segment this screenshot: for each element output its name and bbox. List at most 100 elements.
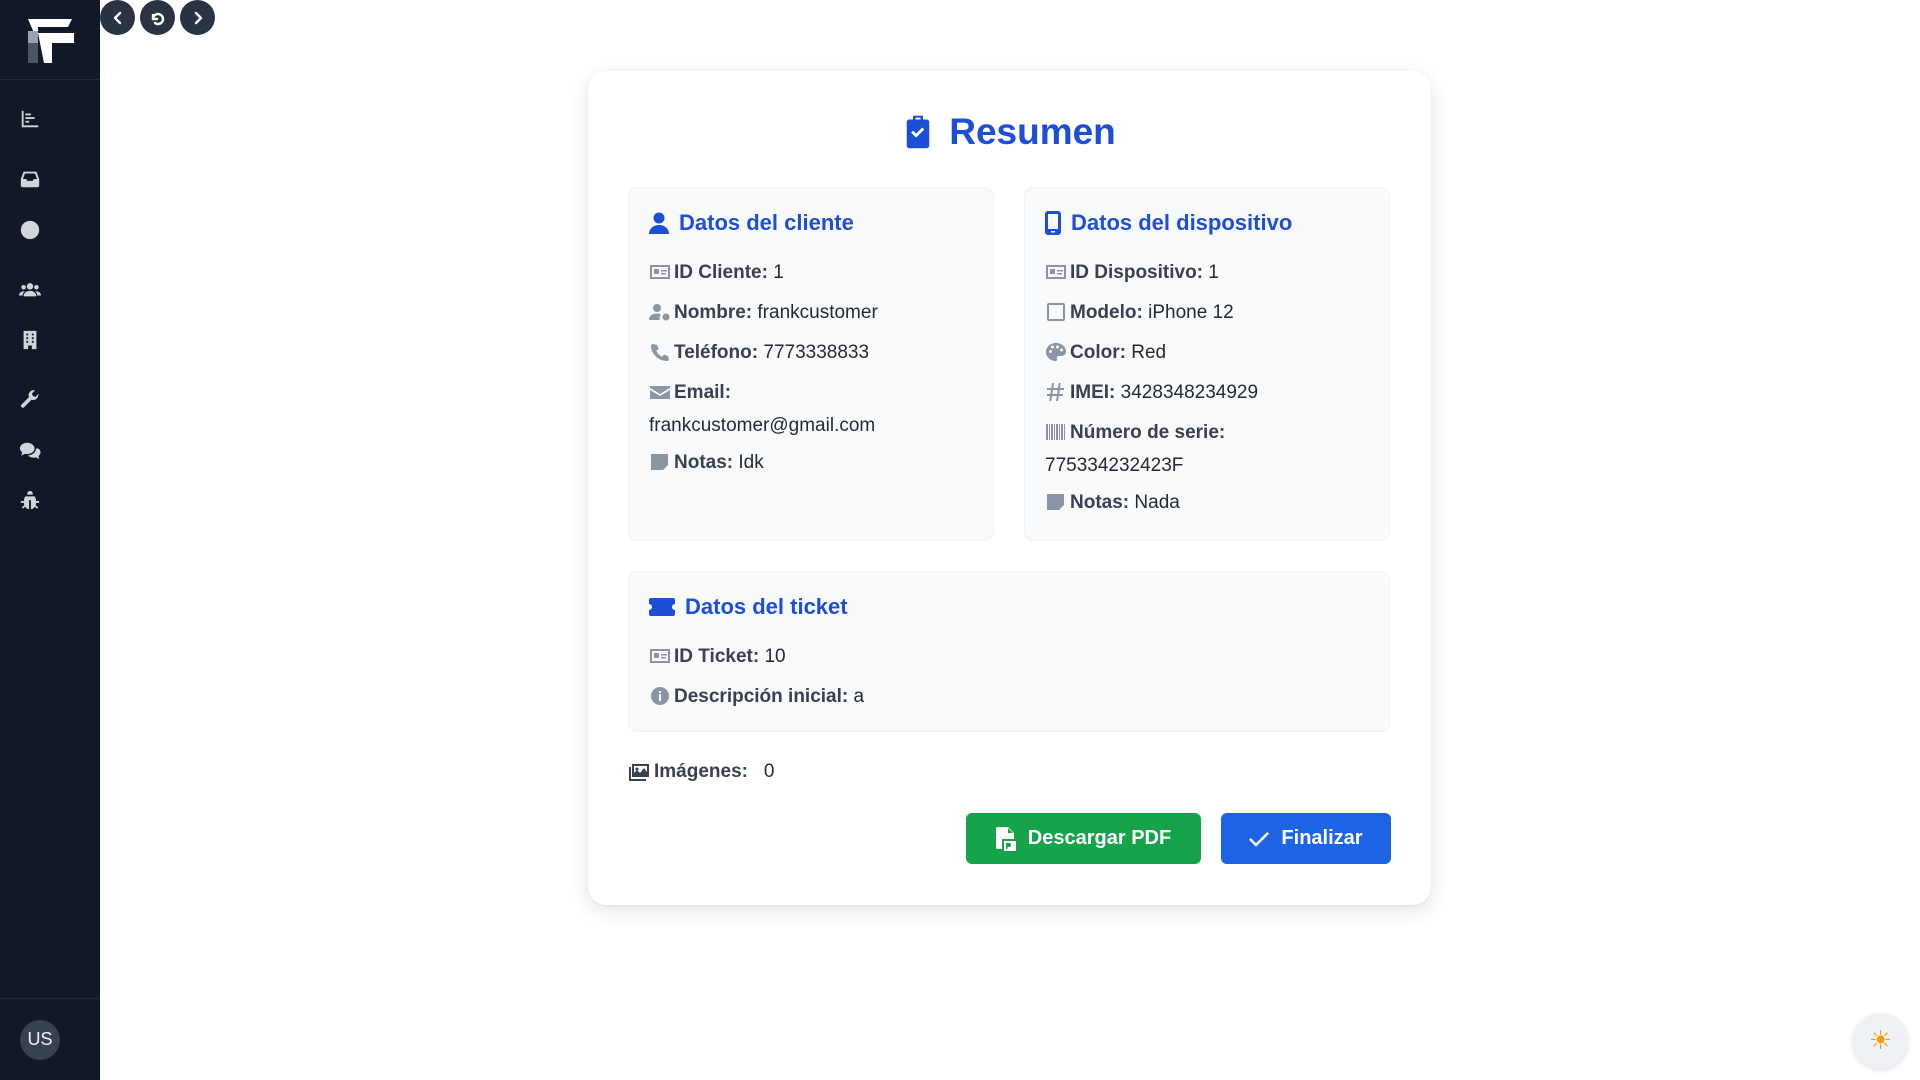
clock-icon	[20, 220, 40, 240]
device-serial-label: Número de serie:	[1070, 422, 1226, 443]
images-icon	[629, 764, 649, 781]
client-name-row: Nombre: frankcustomer	[649, 298, 973, 331]
phone-icon	[649, 341, 671, 371]
client-id-value: 1	[773, 262, 784, 283]
comments-icon	[19, 442, 41, 460]
back-button[interactable]	[100, 0, 135, 35]
client-email-label: Email:	[674, 382, 732, 403]
nav-item-history[interactable]	[0, 212, 60, 248]
chevron-right-icon	[194, 11, 202, 24]
finalizar-button[interactable]: Finalizar	[1221, 813, 1391, 864]
device-id-row: ID Dispositivo: 1	[1045, 258, 1369, 291]
ticket-id-label: ID Ticket:	[674, 646, 760, 667]
device-color-label: Color:	[1070, 342, 1126, 363]
page-title-text: Resumen	[949, 111, 1116, 152]
app-logo[interactable]	[0, 0, 100, 80]
download-pdf-label: Descargar PDF	[1027, 827, 1172, 849]
client-section-header: Datos del cliente	[649, 210, 854, 236]
client-notes-row: Notas: Idk	[649, 448, 973, 481]
device-imei-value: 3428348234929	[1120, 382, 1259, 403]
wrench-icon	[21, 390, 39, 408]
reload-button[interactable]	[140, 0, 175, 35]
client-phone-row: Teléfono: 7773338833	[649, 338, 973, 371]
palette-icon	[1045, 341, 1067, 371]
device-notes-label: Notas:	[1070, 492, 1130, 513]
client-section-title: Datos del cliente	[679, 210, 854, 235]
sticky-note-icon	[1045, 491, 1067, 521]
device-imei-row: IMEI: 3428348234929	[1045, 378, 1369, 411]
ticket-id-row: ID Ticket: 10	[649, 642, 1369, 675]
nav-item-chat[interactable]	[0, 433, 60, 469]
device-model-label: Modelo:	[1070, 302, 1143, 323]
user-gear-icon	[649, 301, 671, 331]
chart-icon	[21, 110, 39, 128]
building-icon	[23, 330, 37, 350]
check-icon	[1249, 831, 1270, 847]
client-section: Datos del cliente ID Cliente: 1 Nombre: …	[628, 187, 994, 541]
page-title: Resumen	[588, 111, 1431, 153]
client-phone-value: 7773338833	[763, 342, 870, 363]
client-email-row: Email: frankcustomer@gmail.com	[649, 378, 973, 441]
images-label: Imágenes:	[654, 761, 748, 782]
ticket-description-value: a	[853, 686, 865, 707]
nav-item-inbox[interactable]	[0, 161, 60, 197]
nav-item-dashboard[interactable]	[0, 101, 60, 137]
images-count-row: Imágenes: 0	[628, 761, 774, 783]
device-color-row: Color: Red	[1045, 338, 1369, 371]
device-color-value: Red	[1131, 342, 1167, 363]
client-email-value: frankcustomer@gmail.com	[649, 415, 876, 436]
avatar[interactable]: US	[20, 1019, 60, 1060]
client-phone-label: Teléfono:	[674, 342, 759, 363]
client-id-row: ID Cliente: 1	[649, 258, 973, 291]
device-section-title: Datos del dispositivo	[1071, 210, 1293, 235]
file-pdf-icon	[995, 826, 1016, 851]
client-notes-value: Idk	[738, 452, 764, 473]
finalizar-label: Finalizar	[1281, 827, 1363, 849]
theme-toggle-button[interactable]: ☀	[1853, 1013, 1908, 1068]
device-notes-value: Nada	[1134, 492, 1180, 513]
barcode-icon	[1045, 421, 1067, 451]
nav-item-repairs[interactable]	[0, 382, 60, 418]
device-id-label: ID Dispositivo:	[1070, 262, 1204, 283]
mobile-icon	[1045, 211, 1061, 235]
tablet-icon	[1045, 301, 1067, 331]
download-pdf-button[interactable]: Descargar PDF	[966, 813, 1201, 864]
client-name-value: frankcustomer	[757, 302, 878, 323]
client-id-label: ID Cliente:	[674, 262, 768, 283]
undo-icon	[151, 12, 164, 25]
nav-item-business[interactable]	[0, 322, 60, 358]
device-section-header: Datos del dispositivo	[1045, 210, 1292, 236]
ticket-section-title: Datos del ticket	[685, 594, 848, 619]
id-card-icon	[649, 261, 671, 291]
user-icon	[649, 212, 669, 234]
device-section: Datos del dispositivo ID Dispositivo: 1 …	[1024, 187, 1390, 541]
images-value: 0	[763, 761, 775, 782]
clipboard-check-icon	[906, 115, 930, 149]
ticket-id-value: 10	[764, 646, 786, 667]
sidebar: US	[0, 0, 100, 1080]
chevron-left-icon	[113, 11, 121, 24]
id-card-icon	[1045, 261, 1067, 291]
bug-icon	[20, 490, 40, 510]
sticky-note-icon	[649, 451, 671, 481]
forward-button[interactable]	[180, 0, 215, 35]
device-model-value: iPhone 12	[1148, 302, 1234, 323]
users-icon	[19, 283, 41, 297]
client-name-label: Nombre:	[674, 302, 753, 323]
device-model-row: Modelo: iPhone 12	[1045, 298, 1369, 331]
hashtag-icon	[1045, 381, 1067, 411]
nav-item-bugs[interactable]	[0, 483, 60, 519]
id-card-icon	[649, 645, 671, 675]
device-imei-label: IMEI:	[1070, 382, 1116, 403]
ticket-icon	[649, 598, 675, 616]
ticket-section: Datos del ticket ID Ticket: 10 Descripci…	[628, 571, 1390, 732]
sidebar-footer: US	[0, 998, 100, 1080]
client-notes-label: Notas:	[674, 452, 734, 473]
envelope-icon	[649, 381, 671, 411]
nav-item-users[interactable]	[0, 272, 60, 308]
device-id-value: 1	[1208, 262, 1219, 283]
ticket-description-row: Descripción inicial: a	[649, 682, 1369, 715]
ticket-description-label: Descripción inicial:	[674, 686, 849, 707]
info-circle-icon	[649, 685, 671, 715]
device-notes-row: Notas: Nada	[1045, 488, 1369, 521]
